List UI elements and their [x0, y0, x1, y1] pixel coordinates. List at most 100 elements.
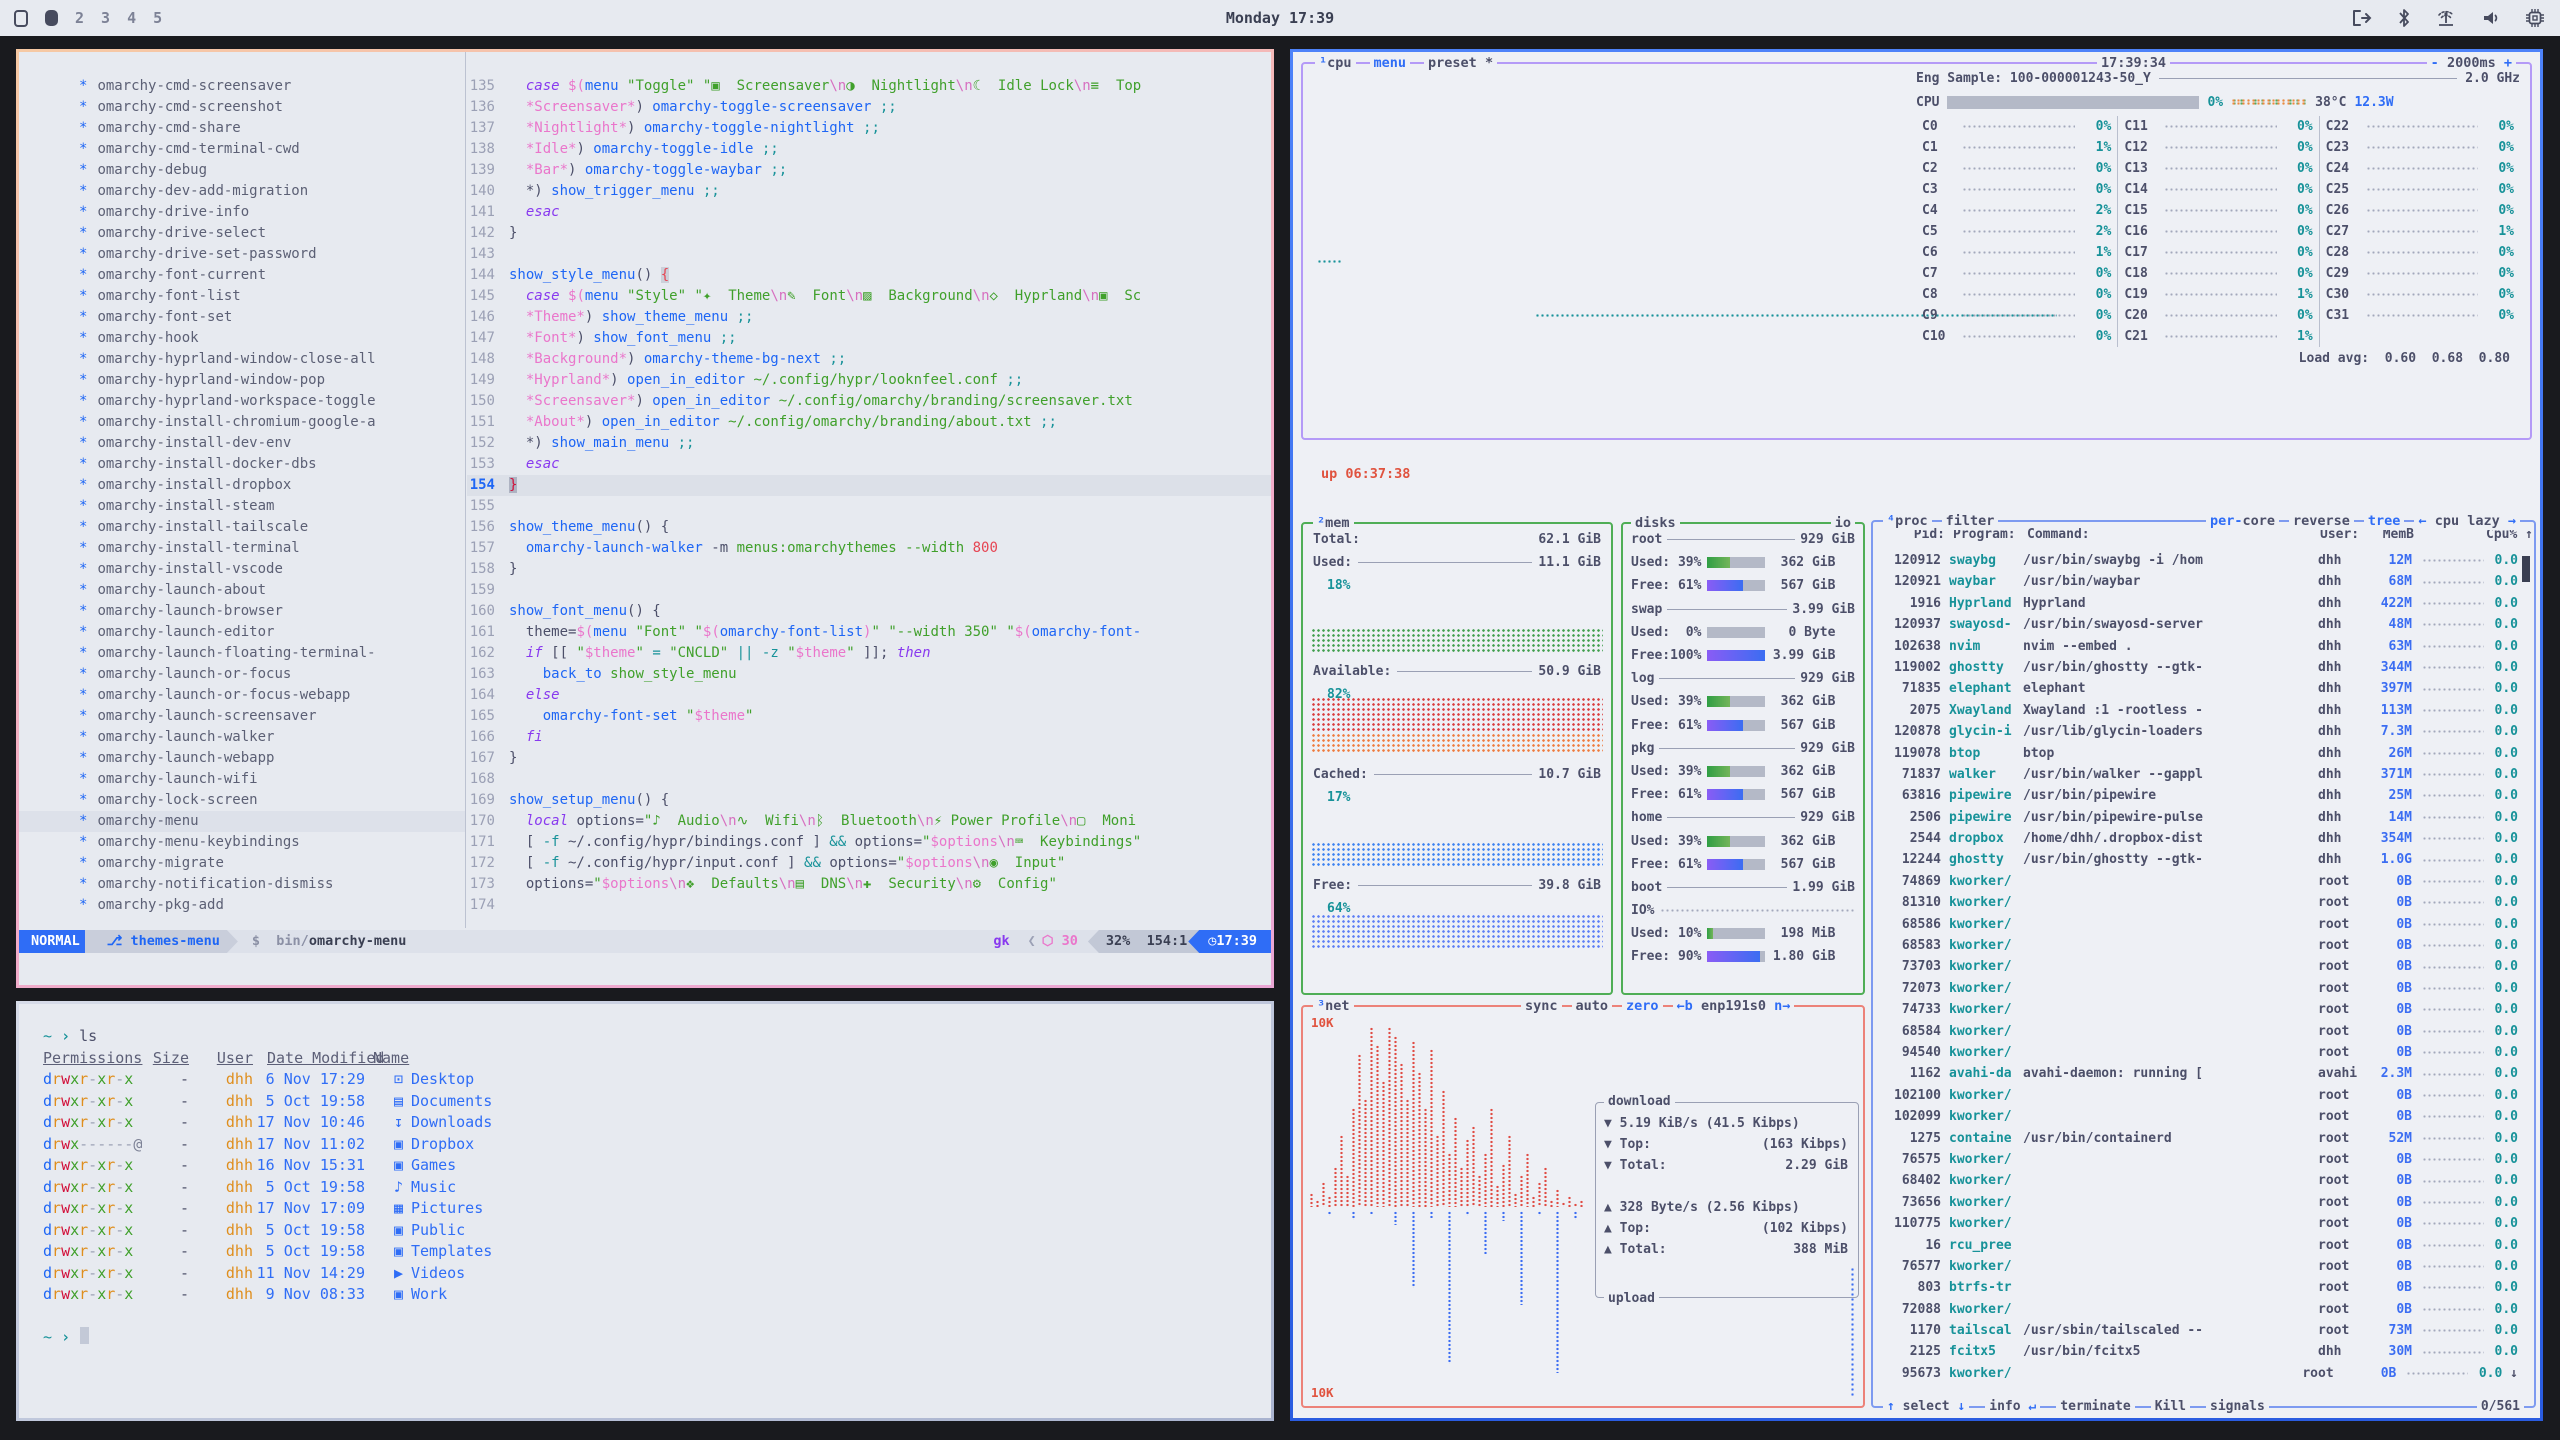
file-item[interactable]: *omarchy-dev-add-migration: [19, 181, 465, 202]
process-row[interactable]: 76577kworker/root0B0.0: [1879, 1256, 2518, 1277]
file-item[interactable]: *omarchy-font-current: [19, 265, 465, 286]
file-item[interactable]: *omarchy-cmd-terminal-cwd: [19, 139, 465, 160]
process-row[interactable]: 1162avahi-daavahi-daemon: running [avahi…: [1879, 1063, 2518, 1084]
file-item[interactable]: *omarchy-install-dev-env: [19, 433, 465, 454]
process-row[interactable]: 120937swayosd-/usr/bin/swayosd-serverdhh…: [1879, 614, 2518, 635]
file-item[interactable]: *omarchy-drive-set-password: [19, 244, 465, 265]
process-row[interactable]: 74869kworker/root0B0.0: [1879, 871, 2518, 892]
process-row[interactable]: 68402kworker/root0B0.0: [1879, 1170, 2518, 1191]
file-item[interactable]: *omarchy-install-chromium-google-a: [19, 412, 465, 433]
file-item[interactable]: *omarchy-launch-wifi: [19, 769, 465, 790]
kill-key[interactable]: Kill: [2151, 1398, 2190, 1416]
proc-box-label[interactable]: ⁴proc: [1883, 512, 1932, 530]
prompt-line-2[interactable]: ~ ›: [43, 1327, 1271, 1349]
file-item[interactable]: *omarchy-menu-keybindings: [19, 832, 465, 853]
process-row[interactable]: 110775kworker/root0B0.0: [1879, 1213, 2518, 1234]
file-item[interactable]: *omarchy-hyprland-window-pop: [19, 370, 465, 391]
process-scrollbar[interactable]: [2522, 556, 2530, 582]
info-key[interactable]: info ↵: [1985, 1398, 2040, 1416]
logout-icon[interactable]: [2353, 10, 2372, 26]
process-row[interactable]: 1275containe/usr/bin/containerdroot52M0.…: [1879, 1128, 2518, 1149]
io-toggle[interactable]: io: [1831, 514, 1855, 532]
process-row[interactable]: 119002ghostty/usr/bin/ghostty --gtk-dhh3…: [1879, 657, 2518, 678]
file-item[interactable]: *omarchy-install-dropbox: [19, 475, 465, 496]
tree-toggle[interactable]: tree: [2364, 512, 2405, 530]
process-row[interactable]: 2544dropbox/home/dhh/.dropbox-distdhh354…: [1879, 828, 2518, 849]
per-core-toggle[interactable]: per-core: [2206, 512, 2279, 530]
process-row[interactable]: 803btrfs-trroot0B0.0: [1879, 1277, 2518, 1298]
file-item[interactable]: *omarchy-cmd-screensaver: [19, 76, 465, 97]
file-item[interactable]: *omarchy-launch-or-focus: [19, 664, 465, 685]
file-item[interactable]: *omarchy-launch-screensaver: [19, 706, 465, 727]
process-row[interactable]: 2075XwaylandXwayland :1 -rootless -dhh11…: [1879, 700, 2518, 721]
net-auto-toggle[interactable]: auto: [1572, 997, 1613, 1015]
file-item[interactable]: *omarchy-drive-select: [19, 223, 465, 244]
file-item[interactable]: *omarchy-install-tailscale: [19, 517, 465, 538]
process-row[interactable]: 72073kworker/root0B0.0: [1879, 978, 2518, 999]
process-row[interactable]: 76575kworker/root0B0.0: [1879, 1149, 2518, 1170]
file-item[interactable]: *omarchy-menu: [19, 811, 465, 832]
sort-selector[interactable]: ← cpu lazy →: [2414, 512, 2520, 530]
select-keys[interactable]: ↑ select ↓: [1883, 1398, 1969, 1416]
process-row[interactable]: 120921waybar/usr/bin/waybardhh68M0.0: [1879, 571, 2518, 592]
terminal-output[interactable]: ~ › ls Permissions Size User Date Modifi…: [19, 1004, 1271, 1348]
file-item[interactable]: *omarchy-font-list: [19, 286, 465, 307]
reverse-toggle[interactable]: reverse: [2289, 512, 2354, 530]
signals-key[interactable]: signals: [2206, 1398, 2269, 1416]
process-row[interactable]: 95673kworker/root0B0.0 ↓: [1879, 1363, 2518, 1384]
file-item[interactable]: *omarchy-launch-or-focus-webapp: [19, 685, 465, 706]
file-item[interactable]: *omarchy-debug: [19, 160, 465, 181]
file-item[interactable]: *omarchy-install-vscode: [19, 559, 465, 580]
process-row[interactable]: 12244ghostty/usr/bin/ghostty --gtk-dhh1.…: [1879, 849, 2518, 870]
net-box-label[interactable]: ³net: [1313, 997, 1354, 1015]
file-item[interactable]: *omarchy-hyprland-window-close-all: [19, 349, 465, 370]
file-item[interactable]: *omarchy-launch-editor: [19, 622, 465, 643]
process-row[interactable]: 102100kworker/root0B0.0: [1879, 1085, 2518, 1106]
btop-window[interactable]: ¹cpu menu preset * 17:39:34 - 2000ms + E…: [1290, 49, 2543, 1421]
file-item[interactable]: *omarchy-drive-info: [19, 202, 465, 223]
process-row[interactable]: 102638nvimnvim --embed .dhh63M0.0: [1879, 636, 2518, 657]
code-editor[interactable]: 135 case $(menu "Toggle" "▣ Screensaver\…: [467, 52, 1271, 928]
file-item[interactable]: *omarchy-launch-browser: [19, 601, 465, 622]
file-item[interactable]: *omarchy-launch-walker: [19, 727, 465, 748]
bluetooth-icon[interactable]: [2398, 9, 2410, 27]
net-interface-switcher[interactable]: ←b enp191s0 n→: [1673, 997, 1795, 1015]
net-zero-toggle[interactable]: zero: [1622, 997, 1663, 1015]
file-item[interactable]: *omarchy-lock-screen: [19, 790, 465, 811]
file-item[interactable]: *omarchy-cmd-share: [19, 118, 465, 139]
process-row[interactable]: 2125fcitx5/usr/bin/fcitx5dhh30M0.0: [1879, 1341, 2518, 1362]
process-row[interactable]: 68586kworker/root0B0.0: [1879, 914, 2518, 935]
file-item[interactable]: *omarchy-install-terminal: [19, 538, 465, 559]
process-row[interactable]: 63816pipewire/usr/bin/pipewiredhh25M0.0: [1879, 785, 2518, 806]
file-tree[interactable]: *omarchy-cmd-screensaver*omarchy-cmd-scr…: [19, 52, 466, 928]
net-sync-toggle[interactable]: sync: [1521, 997, 1562, 1015]
file-item[interactable]: *omarchy-pkg-add: [19, 895, 465, 916]
process-row[interactable]: 94540kworker/root0B0.0: [1879, 1042, 2518, 1063]
network-icon[interactable]: [2436, 10, 2456, 27]
volume-icon[interactable]: [2482, 10, 2500, 26]
chip-icon[interactable]: [2526, 9, 2544, 27]
process-list[interactable]: 120912swaybg/usr/bin/swaybg -i /homdhh12…: [1879, 550, 2518, 1390]
file-item[interactable]: *omarchy-install-steam: [19, 496, 465, 517]
process-row[interactable]: 71837walker/usr/bin/walker --gappldhh371…: [1879, 764, 2518, 785]
neovim-window[interactable]: *omarchy-cmd-screensaver*omarchy-cmd-scr…: [16, 49, 1274, 988]
file-item[interactable]: *omarchy-font-set: [19, 307, 465, 328]
file-item[interactable]: *omarchy-launch-webapp: [19, 748, 465, 769]
preset-button[interactable]: preset *: [1424, 54, 1497, 72]
process-row[interactable]: 74733kworker/root0B0.0: [1879, 999, 2518, 1020]
file-item[interactable]: *omarchy-hyprland-workspace-toggle: [19, 391, 465, 412]
cpu-box-label[interactable]: ¹cpu: [1315, 54, 1356, 72]
menu-button[interactable]: menu: [1370, 54, 1411, 72]
process-row[interactable]: 68584kworker/root0B0.0: [1879, 1021, 2518, 1042]
file-item[interactable]: *omarchy-cmd-screenshot: [19, 97, 465, 118]
process-row[interactable]: 71835elephantelephantdhh397M0.0: [1879, 678, 2518, 699]
terminal-window[interactable]: ~ › ls Permissions Size User Date Modifi…: [16, 1001, 1274, 1421]
terminate-key[interactable]: terminate: [2056, 1398, 2134, 1416]
file-item[interactable]: *omarchy-migrate: [19, 853, 465, 874]
process-row[interactable]: 1916HyprlandHyprlanddhh422M0.0: [1879, 593, 2518, 614]
process-row[interactable]: 72088kworker/root0B0.0: [1879, 1299, 2518, 1320]
process-row[interactable]: 73703kworker/root0B0.0: [1879, 956, 2518, 977]
process-row[interactable]: 73656kworker/root0B0.0: [1879, 1192, 2518, 1213]
process-row[interactable]: 16rcu_preeroot0B0.0: [1879, 1235, 2518, 1256]
filter-button[interactable]: filter: [1942, 512, 1999, 530]
